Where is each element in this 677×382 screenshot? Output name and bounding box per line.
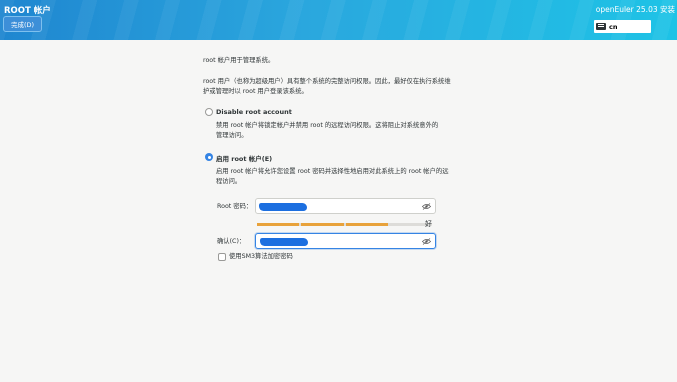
strength-segment [301, 223, 344, 226]
disable-root-radio[interactable] [205, 108, 213, 116]
enable-root-desc-line-2: 程访问。 [216, 178, 242, 185]
sm3-encryption-label[interactable]: 使用SM3算法加密密码 [229, 252, 293, 262]
keyboard-layout-label: cn [609, 22, 618, 31]
intro-text: root 帐户用于管理系统。 [203, 57, 275, 64]
redacted-password [259, 203, 307, 211]
password-strength-label: 好 [425, 220, 432, 228]
strength-segment [257, 223, 300, 226]
disable-root-label[interactable]: Disable root account [216, 108, 292, 116]
disable-root-desc-line-1: 禁用 root 帐户将锁定帐户并禁用 root 的远程访问权限。这将阻止对系统意… [216, 122, 439, 129]
root-password-field[interactable] [255, 198, 436, 214]
done-button[interactable]: 完成(D) [3, 16, 42, 32]
enable-root-radio[interactable] [205, 153, 213, 161]
enable-root-desc-line-1: 启用 root 帐户将允许您设置 root 密码并选择性地启用对此系统上的 ro… [216, 168, 449, 175]
reveal-password-icon[interactable] [422, 203, 431, 210]
description-line-1: root 用户（也称为超级用户）具有整个系统的完整访问权限。因此，最好仅在执行系… [203, 78, 451, 85]
description-line-2: 护或管理时以 root 用户登录该系统。 [203, 88, 308, 95]
header-bar: ROOT 帐户 完成(D) openEuler 25.03 安装 cn [0, 0, 677, 40]
confirm-password-field[interactable] [255, 233, 436, 249]
password-strength-meter [257, 223, 432, 226]
confirm-password-label: 确认(C)： [217, 238, 246, 245]
reveal-password-icon[interactable] [422, 238, 431, 245]
sm3-encryption-checkbox[interactable] [218, 253, 226, 261]
keyboard-icon [596, 23, 606, 30]
root-password-label: Root 密码： [217, 203, 253, 210]
header-decoration [0, 0, 677, 40]
enable-root-label[interactable]: 启用 root 帐户(E) [216, 153, 272, 163]
page-title: ROOT 帐户 [4, 6, 51, 16]
disable-root-desc-line-2: 管理访问。 [216, 132, 248, 139]
strength-segment [345, 223, 388, 226]
product-title: openEuler 25.03 安装 [595, 5, 675, 14]
redacted-password [260, 238, 308, 246]
keyboard-layout-indicator[interactable]: cn [594, 20, 651, 33]
